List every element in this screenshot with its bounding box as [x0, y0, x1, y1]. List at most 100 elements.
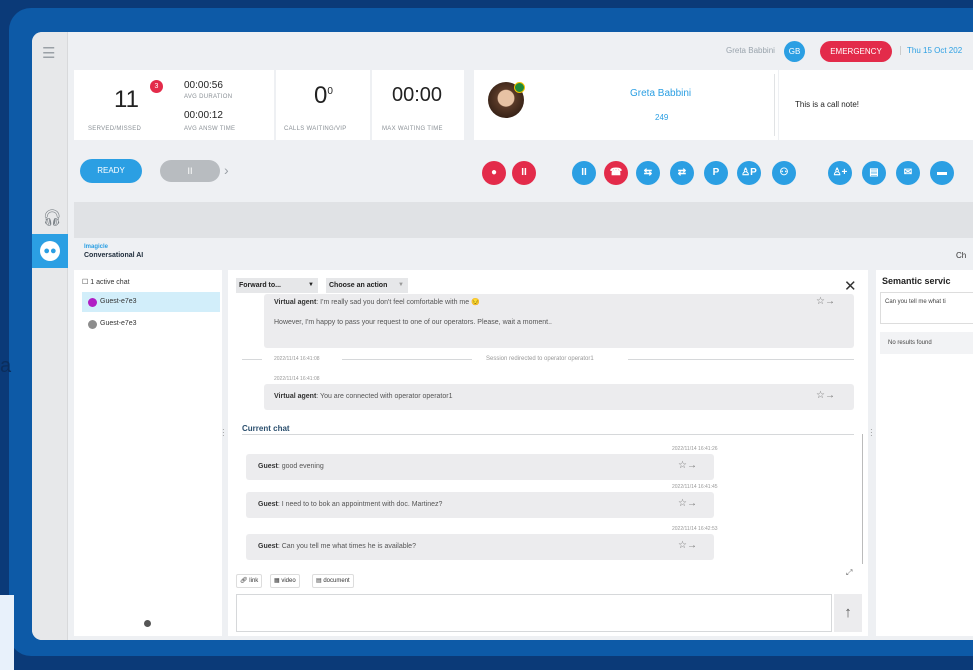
message-input[interactable]	[236, 594, 832, 632]
add-user-button[interactable]: ♙+	[828, 161, 852, 185]
connected-timestamp: 2022/11/14 16:41:08	[274, 376, 320, 382]
chat-list-item[interactable]: Guest-e7e3	[82, 292, 220, 312]
contact-card: Greta Babbini 249	[474, 70, 778, 140]
chat-nav-item[interactable]: ●●	[32, 234, 68, 268]
max-waiting-card: 00:00 MAX WAITING TIME	[372, 70, 464, 140]
chat-button[interactable]: ▬	[930, 161, 954, 185]
star-forward-icon[interactable]: ☆→	[678, 460, 697, 471]
guest-message-text: Guest: good evening	[258, 463, 324, 470]
calls-waiting-value: 00	[314, 82, 333, 109]
link-button[interactable]: 🔗︎ link	[236, 574, 263, 588]
history-partial-text: Virtual agent: I'm really sad you don't …	[274, 299, 480, 306]
user-avatar[interactable]: GB	[784, 41, 805, 62]
star-forward-icon[interactable]: ☆→	[816, 390, 835, 401]
active-chat-count: ☐ 1 active chat	[82, 279, 130, 286]
conference-button[interactable]: ⚇	[772, 161, 796, 185]
avg-duration-value: 00:00:56	[184, 80, 223, 91]
max-waiting-value: 00:00	[392, 84, 443, 106]
hold-button[interactable]: II	[572, 161, 596, 185]
calls-waiting-label: CALLS WAITING/VIP	[284, 126, 347, 132]
user-park-button[interactable]: ♙P	[737, 161, 761, 185]
redirect-timestamp: 2022/11/14 16:41:08	[274, 356, 320, 362]
star-forward-icon[interactable]: ☆→	[678, 498, 697, 509]
chevron-down-icon: ▼	[398, 282, 404, 288]
left-rail: ☰ 🎧︎ ●●	[32, 32, 68, 640]
chat-list-panel: ☐ 1 active chat Guest-e7e3 Guest-e7e3	[74, 270, 222, 636]
current-chat-divider	[242, 434, 854, 435]
message-timestamp: 2022/11/14 16:41:45	[672, 484, 718, 490]
ready-button[interactable]: READY	[80, 159, 142, 183]
chat-bot-icon: ●●	[40, 241, 60, 261]
chevron-right-icon[interactable]: ›	[224, 162, 229, 178]
not-ready-toggle[interactable]: II	[160, 160, 220, 182]
current-chat-heading: Current chat	[242, 424, 290, 433]
app-screen: ☰ 🎧︎ ●● Greta Babbini GB EMERGENCY Thu 1…	[32, 32, 973, 640]
semantic-service-panel: Semantic servic Can you tell me what ti …	[876, 270, 973, 636]
flag-icon	[514, 82, 525, 93]
guest-status-dot	[88, 320, 97, 329]
contact-extension: 249	[655, 113, 669, 122]
history-message: Virtual agent: I'm really sad you don't …	[264, 294, 854, 348]
redirect-text: Session redirected to operator operator1	[486, 356, 594, 362]
consult-button[interactable]: ⇄	[670, 161, 694, 185]
served-stats-card: 11 3 SERVED/MISSED 00:00:56 AVG DURATION…	[74, 70, 274, 140]
background-fragment	[0, 595, 14, 670]
connected-message: Virtual agent: You are connected with op…	[264, 384, 854, 410]
contact-name: Greta Babbini	[630, 88, 692, 99]
calls-waiting-card: 00 CALLS WAITING/VIP	[276, 70, 370, 140]
hangup-button[interactable]: ☎	[604, 161, 628, 185]
separator-line	[342, 359, 472, 360]
guest-message-text: Guest: Can you tell me what times he is …	[258, 543, 416, 550]
pause-record-button[interactable]: II	[512, 161, 536, 185]
document-attach-button[interactable]: ▤ document	[312, 574, 354, 588]
star-forward-icon[interactable]: ☆→	[678, 540, 697, 551]
date-display: Thu 15 Oct 202	[900, 46, 962, 55]
app-name: Conversational AI	[84, 252, 144, 259]
resize-handle-right[interactable]: · · ·	[870, 426, 873, 440]
app-brand: Imagicle	[84, 244, 109, 250]
video-button[interactable]: ▦ video	[270, 574, 300, 588]
chat-bubble-icon: ☐	[82, 279, 91, 286]
card-divider	[774, 74, 775, 136]
expand-icon[interactable]: ⤢	[846, 568, 852, 578]
separator-line	[242, 359, 262, 360]
guest-message: Guest: good evening ☆→	[246, 454, 714, 480]
action-select[interactable]: Choose an action ▼	[326, 278, 408, 293]
avg-duration-label: AVG DURATION	[184, 94, 233, 100]
scrollbar[interactable]	[862, 434, 863, 564]
user-name: Greta Babbini	[726, 46, 775, 55]
guest-message-text: Guest: I need to to bok an appointment w…	[258, 501, 443, 508]
message-timestamp: 2022/11/14 16:42:53	[672, 526, 718, 532]
missed-badge: 3	[150, 80, 163, 93]
avg-answer-value: 00:00:12	[184, 110, 223, 121]
connected-message-text: Virtual agent: You are connected with op…	[274, 393, 453, 400]
calls-vip-value: 0	[327, 86, 333, 97]
served-label: SERVED/MISSED	[88, 126, 142, 132]
message-timestamp: 2022/11/14 16:41:26	[672, 446, 718, 452]
send-button[interactable]: ↑	[834, 594, 862, 632]
park-button[interactable]: P	[704, 161, 728, 185]
history-message-text: However, I'm happy to pass your request …	[274, 319, 552, 326]
menu-icon[interactable]: ☰	[42, 44, 55, 62]
guest-message: Guest: Can you tell me what times he is …	[246, 534, 714, 560]
mail-button[interactable]: ✉	[896, 161, 920, 185]
star-forward-icon[interactable]: ☆→	[816, 296, 835, 307]
conversation-panel: Forward to... ▼ Choose an action ▼ ✕ Virtu…	[228, 270, 868, 636]
max-waiting-label: MAX WAITING TIME	[382, 126, 443, 132]
emergency-button[interactable]: EMERGENCY	[820, 41, 892, 62]
resize-handle-left[interactable]: · · ·	[222, 426, 225, 440]
guest-status-dot	[88, 298, 97, 307]
transfer-button[interactable]: ⇆	[636, 161, 660, 185]
info-icon[interactable]	[144, 620, 151, 627]
call-note-card: This is a call note!	[779, 70, 973, 140]
call-note: This is a call note!	[795, 100, 860, 109]
headset-icon[interactable]: 🎧︎	[42, 208, 62, 228]
forward-select[interactable]: Forward to... ▼	[236, 278, 318, 293]
document-button[interactable]: ▤	[862, 161, 886, 185]
served-count: 11	[114, 86, 139, 113]
semantic-query[interactable]: Can you tell me what ti	[880, 292, 973, 324]
record-button[interactable]: ●	[482, 161, 506, 185]
background-letter: a	[0, 355, 12, 377]
chat-list-item[interactable]: Guest-e7e3	[82, 314, 220, 334]
close-icon[interactable]: ✕	[844, 277, 857, 295]
